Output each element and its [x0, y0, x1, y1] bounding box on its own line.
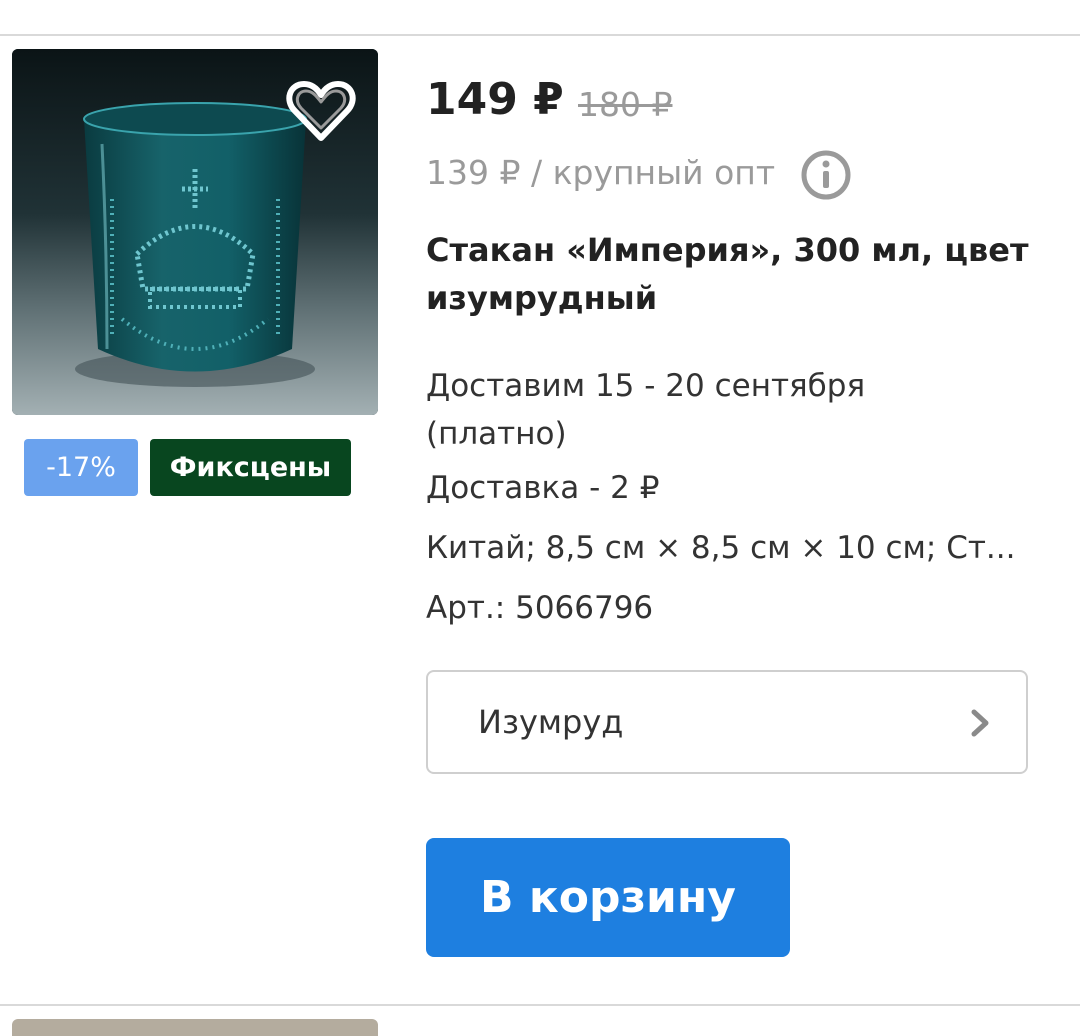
product-title[interactable]: Стакан «Империя», 300 мл, цвет изумрудны… [426, 226, 1036, 322]
heart-outline-icon[interactable] [286, 78, 356, 144]
chevron-right-icon [971, 709, 989, 737]
old-price: 180 ₽ [578, 85, 673, 124]
add-to-cart-button[interactable]: В корзину [426, 838, 790, 957]
fixprice-badge: Фиксцены [150, 439, 351, 496]
product-sku: Арт.: 5066796 [426, 590, 654, 626]
bottom-divider [0, 1004, 1080, 1006]
info-circle-icon[interactable] [800, 149, 852, 201]
top-divider [0, 34, 1080, 36]
delivery-date: Доставим 15 - 20 сентября (платно) [426, 368, 866, 452]
variant-select[interactable]: Изумруд [426, 670, 1028, 774]
next-product-image[interactable] [12, 1019, 378, 1036]
variant-selected-value: Изумруд [478, 703, 624, 741]
wholesale-price: 139 ₽ / крупный опт [426, 153, 776, 192]
discount-badge: -17% [24, 439, 138, 496]
product-specs: Китай; 8,5 см × 8,5 см × 10 см; Ст... [426, 530, 1016, 566]
current-price: 149 ₽ [426, 74, 564, 125]
delivery-cost: Доставка - 2 ₽ [426, 470, 660, 506]
